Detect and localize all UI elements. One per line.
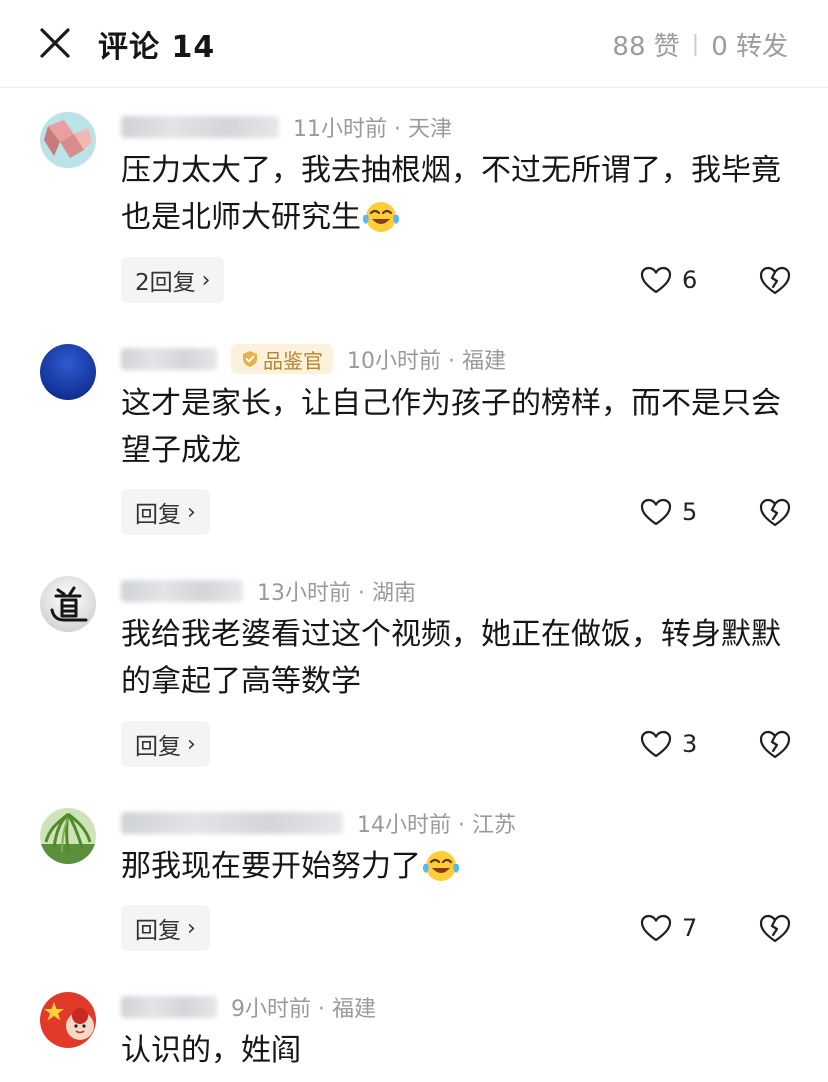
like-count: 5: [682, 498, 698, 526]
like-button[interactable]: 3: [640, 724, 697, 764]
chevron-right-icon: ›: [187, 731, 196, 757]
comment-meta: 11小时前 · 天津: [121, 110, 452, 144]
laugh-cry-emoji-icon: [421, 848, 461, 896]
time-location: 11小时前 · 天津: [293, 117, 452, 142]
broken-heart-icon: [759, 914, 791, 943]
dislike-button[interactable]: [758, 264, 792, 298]
time-location: 13小时前 · 湖南: [257, 581, 416, 606]
avatar[interactable]: [40, 808, 96, 864]
time-location: 10小时前 · 福建: [347, 349, 506, 374]
comment-text: 那我现在要开始努力了: [121, 843, 791, 896]
comment-meta: 9小时前 · 福建: [121, 990, 376, 1024]
comment-text: 我给我老婆看过这个视频，她正在做饭，转身默默的拿起了高等数学: [121, 617, 781, 699]
reply-label: 回复: [135, 918, 181, 944]
verified-badge: 品鉴官: [231, 344, 333, 374]
time-location: 9小时前 · 福建: [231, 997, 376, 1022]
reply-label: 2回复: [135, 270, 196, 296]
chevron-right-icon: ›: [187, 915, 196, 941]
heart-icon: [640, 266, 672, 294]
comment-text: 这才是家长，让自己作为孩子的榜样，而不是只会望子成龙: [121, 386, 781, 468]
badge-label: 品鉴官: [263, 348, 323, 373]
chevron-right-icon: ›: [201, 267, 211, 293]
comment-text-content: 那我现在要开始努力了: [121, 849, 421, 884]
header-stats: 88 赞 | 0 转发: [612, 26, 788, 63]
dislike-button[interactable]: [758, 728, 792, 762]
comments-header: 评论 14 88 赞 | 0 转发: [0, 0, 828, 88]
avatar[interactable]: [40, 112, 96, 168]
stats-separator: |: [691, 32, 700, 57]
username[interactable]: [121, 812, 343, 834]
heart-icon: [640, 914, 672, 942]
username[interactable]: [121, 996, 217, 1018]
like-button[interactable]: 6: [640, 260, 697, 300]
comment-meta: 品鉴官 10小时前 · 福建: [121, 342, 506, 376]
badge-check-icon: [243, 351, 257, 367]
reply-button[interactable]: 2回复 ›: [121, 257, 225, 303]
comment-meta: 14小时前 · 江苏: [121, 806, 516, 840]
time-location: 14小时前 · 江苏: [357, 813, 516, 838]
avatar[interactable]: [40, 344, 96, 400]
comment-text-content: 压力太大了，我去抽根烟，不过无所谓了，我毕竟也是北师大研究生: [121, 153, 781, 235]
close-button[interactable]: [38, 26, 72, 60]
chevron-right-icon: ›: [187, 499, 196, 525]
like-count: 7: [682, 914, 698, 942]
username[interactable]: [121, 348, 217, 370]
heart-icon: [640, 730, 672, 758]
broken-heart-icon: [759, 730, 791, 759]
reply-label: 回复: [135, 734, 181, 760]
likes-count: 88 赞: [612, 32, 680, 62]
username[interactable]: [121, 580, 243, 602]
comment-text: 认识的，姓阎: [121, 1033, 301, 1068]
avatar[interactable]: [40, 576, 96, 632]
shares-count: 0 转发: [711, 32, 788, 62]
comment-text: 压力太大了，我去抽根烟，不过无所谓了，我毕竟也是北师大研究生: [121, 147, 791, 247]
like-button[interactable]: 7: [640, 908, 697, 948]
like-button[interactable]: 5: [640, 492, 697, 532]
reply-button[interactable]: 回复 ›: [121, 721, 210, 767]
close-icon: [40, 28, 70, 58]
broken-heart-icon: [759, 498, 791, 527]
laugh-cry-emoji-icon: [361, 199, 401, 247]
username[interactable]: [121, 116, 279, 138]
reply-button[interactable]: 回复 ›: [121, 905, 210, 951]
page-title: 评论 14: [98, 30, 216, 65]
like-count: 6: [682, 266, 698, 294]
dislike-button[interactable]: [758, 496, 792, 530]
dislike-button[interactable]: [758, 912, 792, 946]
broken-heart-icon: [759, 266, 791, 295]
like-count: 3: [682, 730, 698, 758]
heart-icon: [640, 498, 672, 526]
comment-meta: 13小时前 · 湖南: [121, 574, 416, 608]
avatar[interactable]: [40, 992, 96, 1048]
reply-button[interactable]: 回复 ›: [121, 489, 210, 535]
reply-label: 回复: [135, 502, 181, 528]
